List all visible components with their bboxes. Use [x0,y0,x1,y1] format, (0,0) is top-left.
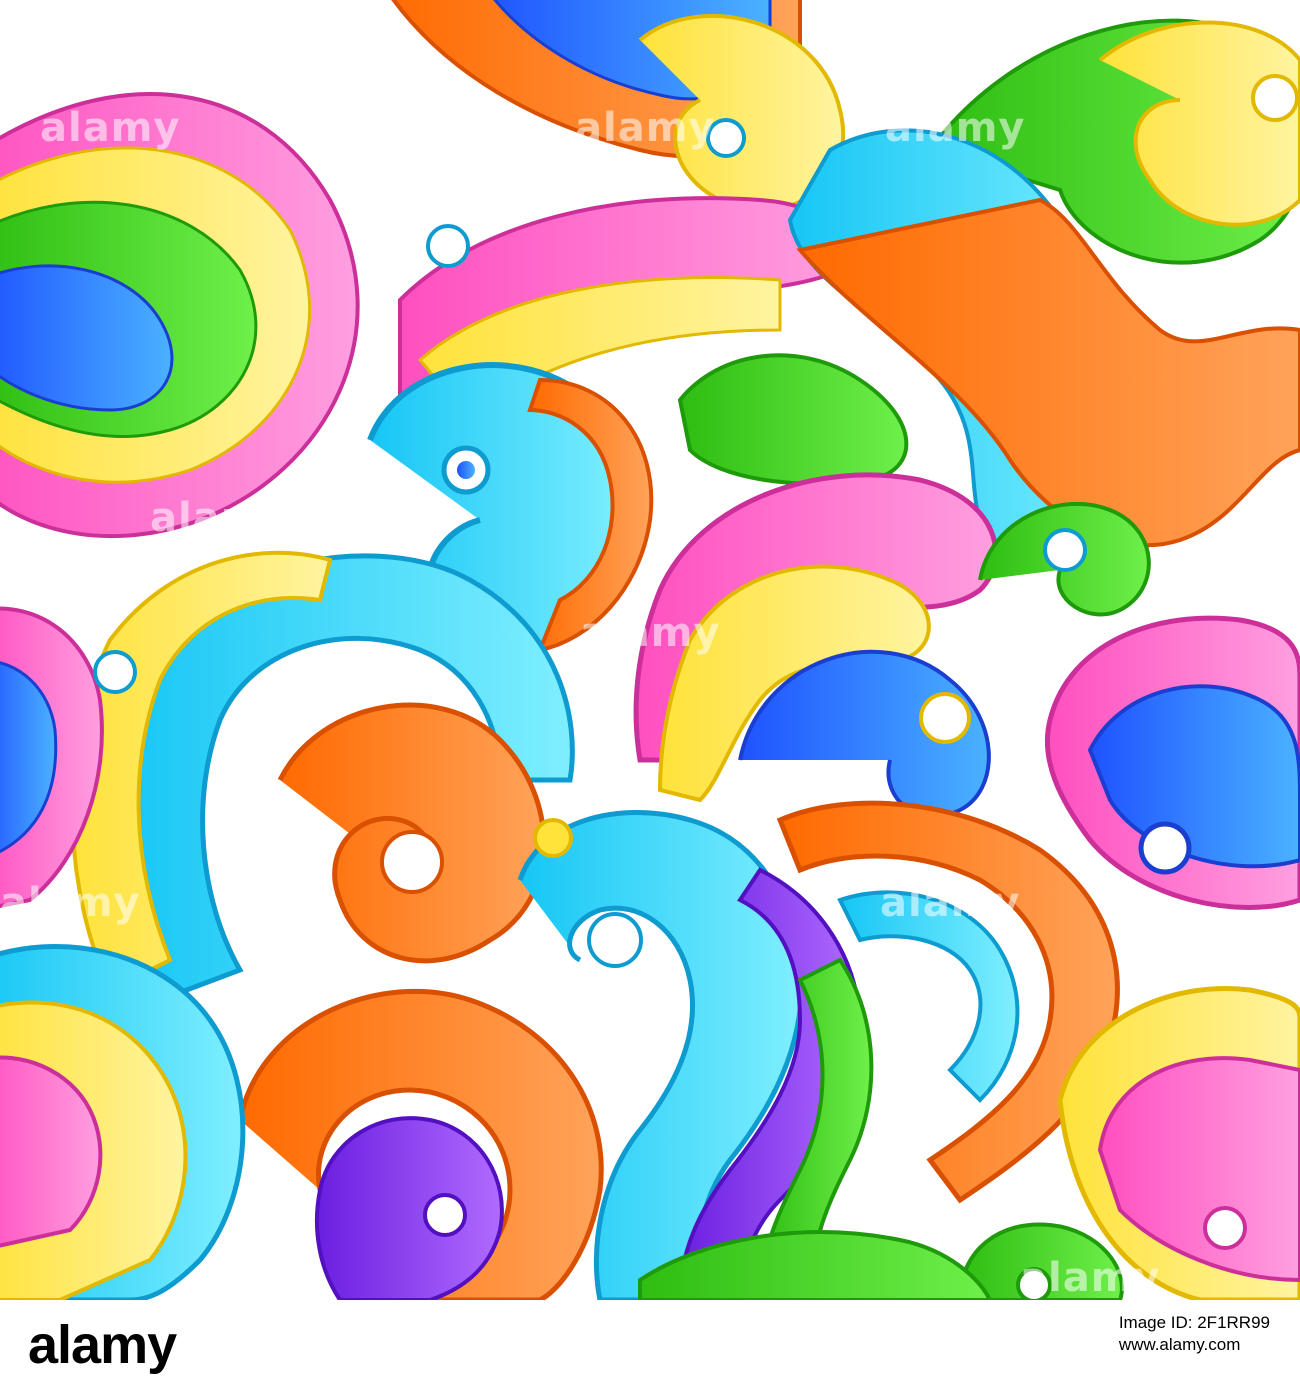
swirl-pattern-artwork: alamy alamy alamy alamy alamy alamy alam… [0,0,1300,1300]
image-meta: Image ID: 2F1RR99 www.alamy.com [1119,1312,1270,1356]
stock-image-page: alamy alamy alamy alamy alamy alamy alam… [0,0,1300,1390]
alamy-logo: alamy [28,1315,177,1375]
rainbow-swirl-pattern-icon [0,0,1300,1300]
stock-footer-bar: alamy Image ID: 2F1RR99 www.alamy.com 2F… [0,1300,1300,1390]
image-id-line: Image ID: 2F1RR99 [1118,1313,1270,1332]
site-url: www.alamy.com [1118,1335,1241,1354]
